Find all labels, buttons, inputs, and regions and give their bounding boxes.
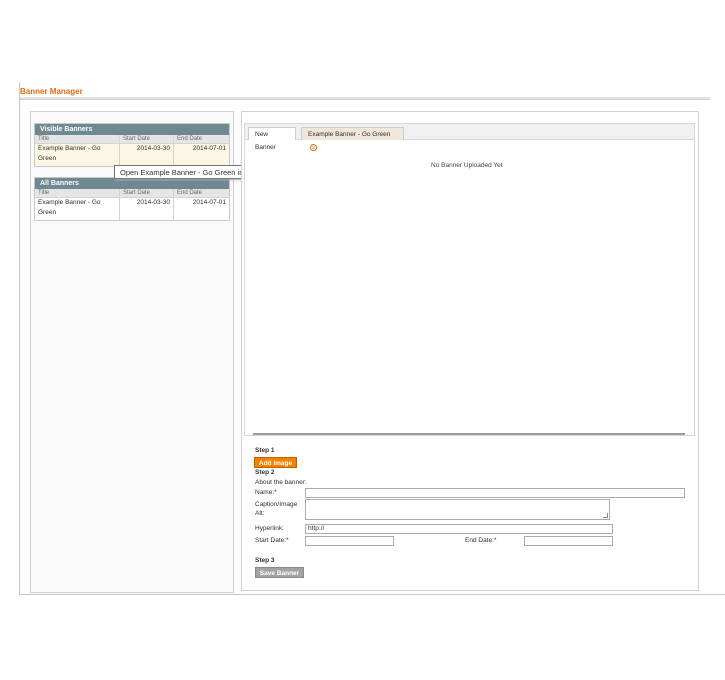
table-row[interactable]: Example Banner - Go Green 2014-03-30 201… [35, 198, 229, 220]
column-title[interactable]: Title [35, 189, 120, 197]
column-start-date[interactable]: Start Date [120, 189, 174, 197]
row-title[interactable]: Example Banner - Go Green [35, 144, 120, 166]
grid-columns: Title Start Date End Date [35, 189, 229, 198]
start-date-field[interactable] [305, 536, 394, 546]
column-end-date[interactable]: End Date [174, 135, 229, 143]
section-divider [253, 433, 685, 435]
title-divider [20, 97, 710, 100]
hyperlink-label: Hyperlink: [255, 525, 284, 532]
save-banner-button[interactable]: Save Banner [255, 567, 304, 578]
column-title[interactable]: Title [35, 135, 120, 143]
column-end-date[interactable]: End Date [174, 189, 229, 197]
end-date-label: End Date:* [465, 537, 497, 544]
tab-example-banner[interactable]: Example Banner - Go Green⊙ [301, 127, 404, 151]
start-date-label: Start Date:* [255, 537, 289, 544]
row-start-date: 2014-03-30 [120, 198, 174, 220]
step-1-label: Step 1 [255, 447, 275, 454]
row-start-date: 2014-03-30 [120, 144, 174, 166]
visible-banners-grid: Visible Banners Title Start Date End Dat… [34, 123, 230, 167]
page-title: Banner Manager [20, 87, 83, 96]
row-title[interactable]: Example Banner - Go Green [35, 198, 120, 220]
hyperlink-field[interactable]: http:// [305, 524, 613, 534]
row-end-date: 2014-07-01 [192, 199, 226, 206]
row-end-date: 2014-07-01 [192, 145, 226, 152]
grid-header: Visible Banners [35, 124, 229, 135]
caption-label: Caption/Image [255, 501, 298, 508]
empty-preview-message: No Banner Uploaded Yet [431, 162, 503, 169]
end-date-field[interactable] [524, 536, 613, 546]
caption-label-alt: Alt: [255, 510, 265, 517]
grid-columns: Title Start Date End Date [35, 135, 229, 144]
add-image-button[interactable]: Add Image [254, 457, 297, 468]
resize-handle-icon[interactable] [603, 513, 608, 518]
table-row[interactable]: Example Banner - Go Green 2014-03-30 201… [35, 144, 229, 166]
banner-preview-area [244, 140, 695, 436]
tab-new-banner[interactable]: New Banner [248, 127, 296, 151]
column-start-date[interactable]: Start Date [120, 135, 174, 143]
all-banners-grid: All Banners Title Start Date End Date Ex… [34, 177, 230, 221]
name-label: Name:* [255, 489, 277, 496]
name-field[interactable] [305, 488, 685, 498]
step-3-label: Step 3 [255, 557, 275, 564]
about-banner-label: About the banner: [255, 479, 307, 486]
step-2-label: Step 2 [255, 469, 275, 476]
caption-textarea[interactable] [305, 499, 610, 520]
tab-label: Example Banner - Go Green [308, 131, 391, 138]
